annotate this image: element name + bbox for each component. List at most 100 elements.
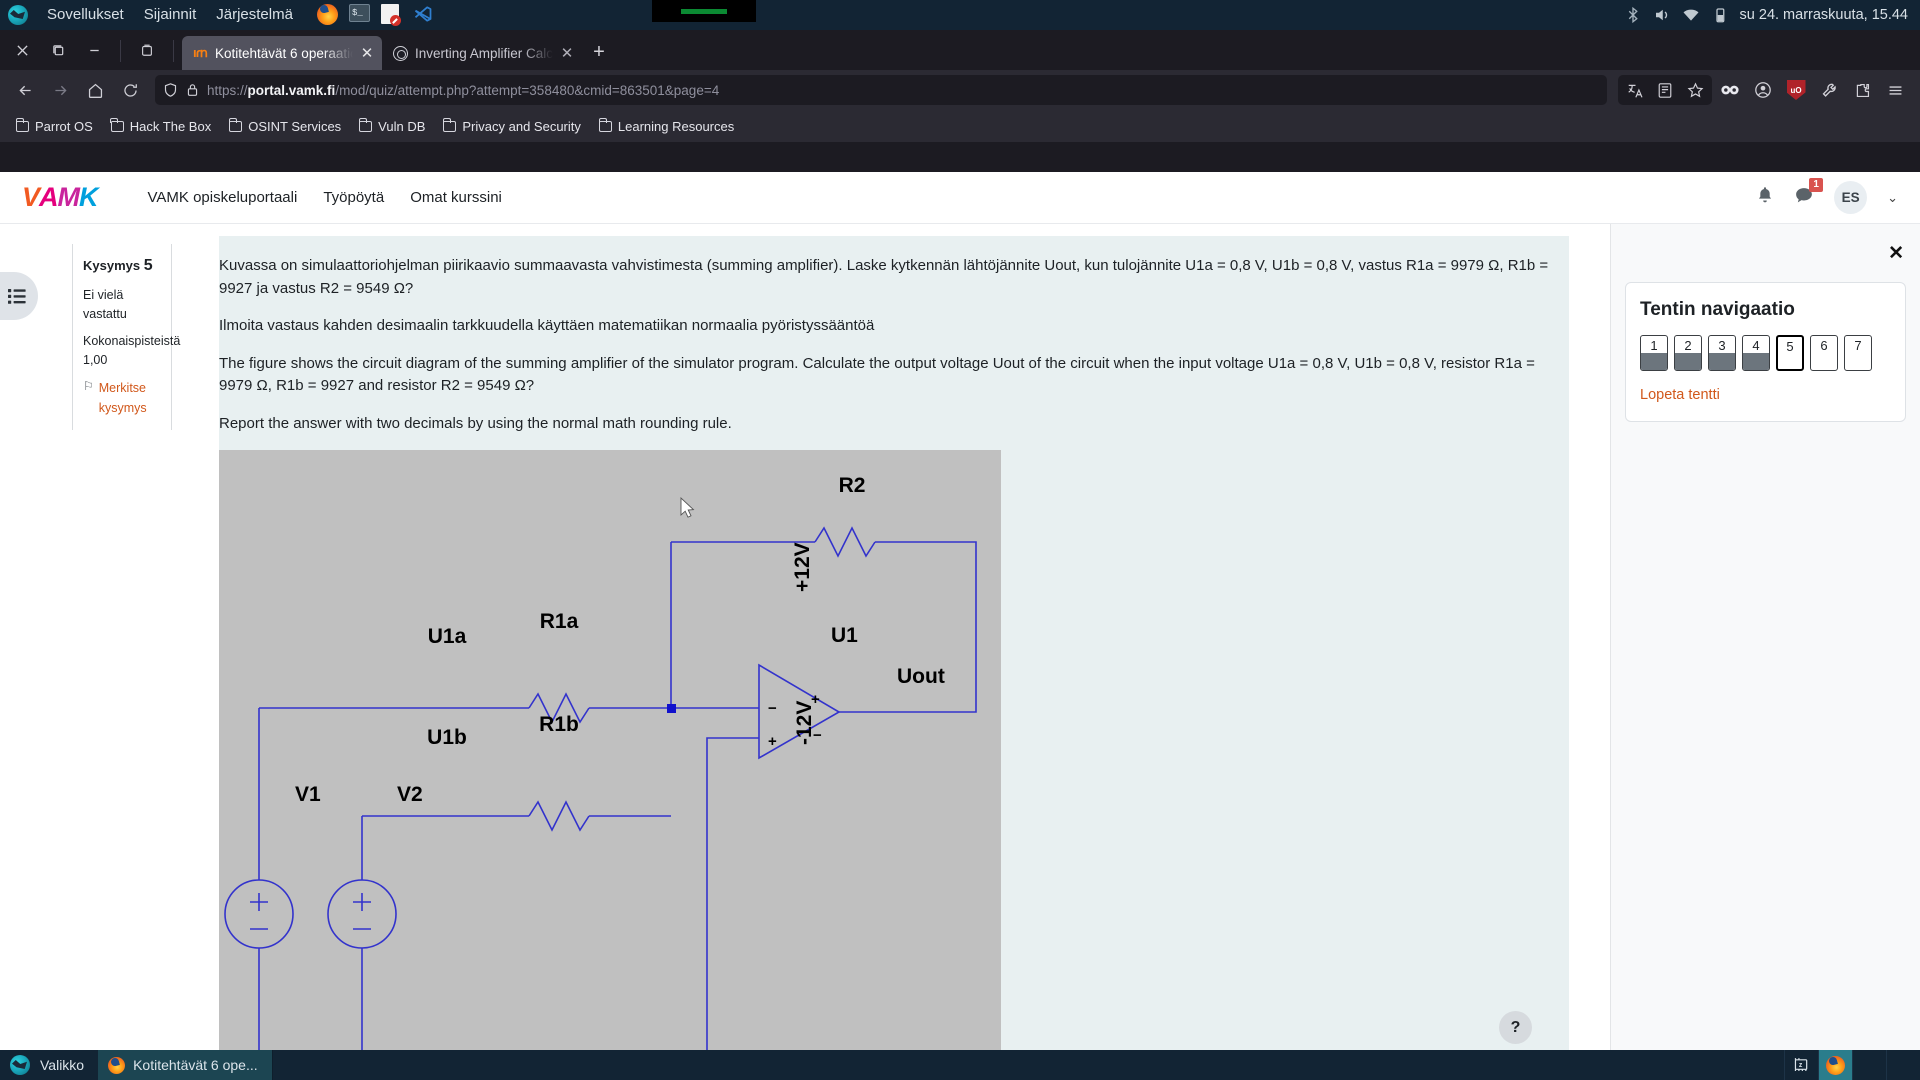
firefox-icon[interactable] [316, 4, 341, 26]
notifications-bell-icon[interactable] [1756, 186, 1774, 210]
finish-attempt-link[interactable]: Lopeta tentti [1640, 387, 1891, 403]
minimize-window-button[interactable] [76, 34, 112, 66]
taskbar-menu-button[interactable]: Valikko [0, 1055, 98, 1075]
label-supply-plus: +12V [791, 542, 814, 592]
page-viewport: VAMK VAMK opiskeluportaali Työpöytä Omat… [0, 172, 1920, 1080]
flag-question-label: Merkitse kysymys [98, 381, 147, 415]
question-button-3[interactable]: 3 [1708, 335, 1736, 371]
close-window-button[interactable] [4, 34, 40, 66]
bookmark-label: Privacy and Security [462, 118, 581, 134]
account-icon[interactable] [1748, 75, 1778, 105]
bookmark-label: Parrot OS [35, 118, 93, 134]
label-v1: V1 [295, 783, 321, 806]
wifi-icon[interactable] [1682, 6, 1700, 24]
url-bar[interactable]: https://portal.vamk.fi/mod/quiz/attempt.… [155, 75, 1607, 105]
question-status: Ei vielä vastattu [83, 287, 127, 322]
label-supply-minus: -12V [793, 701, 816, 745]
url-scheme: https:// [207, 82, 248, 98]
os-clock[interactable]: su 24. marraskuuta, 15.44 [1740, 7, 1908, 23]
nav-item-my-courses[interactable]: Omat kurssini [410, 189, 502, 206]
moodle-icon: ıɾո [193, 45, 208, 60]
close-drawer-button[interactable]: ✕ [1888, 242, 1904, 265]
url-text[interactable]: https://portal.vamk.fi/mod/quiz/attempt.… [207, 83, 719, 98]
lock-icon[interactable] [186, 82, 199, 98]
extensions-icon[interactable] [1847, 75, 1877, 105]
url-domain: portal.vamk.fi [247, 82, 336, 98]
close-tab-icon[interactable]: ✕ [560, 44, 574, 62]
question-button-2[interactable]: 2 [1674, 335, 1702, 371]
question-button-4[interactable]: 4 [1742, 335, 1770, 371]
browser-tab-chatgpt[interactable]: Inverting Amplifier Calcula ✕ [382, 36, 582, 70]
bookmark-learning-resources[interactable]: Learning Resources [591, 115, 742, 138]
os-tray: su 24. marraskuuta, 15.44 [1624, 6, 1920, 24]
close-tab-icon[interactable]: ✕ [360, 44, 374, 62]
tools-icon[interactable] [1814, 75, 1844, 105]
tabstrip-divider-2 [173, 40, 174, 62]
reload-button[interactable] [115, 75, 145, 105]
os-menu-places[interactable]: Sijainnit [134, 0, 207, 30]
ublock-origin-icon[interactable]: uO [1781, 75, 1811, 105]
question-button-1[interactable]: 1 [1640, 335, 1668, 371]
battery-icon[interactable] [1711, 6, 1729, 24]
vscode-icon[interactable] [413, 4, 437, 26]
restore-window-button[interactable] [40, 34, 76, 66]
help-button[interactable]: ? [1499, 1011, 1532, 1044]
sidebar-toggle-button[interactable] [0, 272, 38, 320]
chevron-down-icon[interactable]: ⌄ [1887, 190, 1898, 206]
messages-icon[interactable]: 1 [1794, 177, 1824, 210]
question-button-7[interactable]: 7 [1844, 335, 1872, 371]
label-r2: R2 [839, 474, 866, 497]
question-paragraph-2: Ilmoita vastaus kahden desimaalin tarkku… [219, 317, 875, 334]
forward-button[interactable] [45, 75, 75, 105]
bitwarden-icon[interactable] [1715, 75, 1745, 105]
taskbar-window-firefox[interactable]: Kotitehtävät 6 ope... [98, 1050, 273, 1080]
back-button[interactable] [10, 75, 40, 105]
question-paragraph-3: The figure shows the circuit diagram of … [219, 354, 1535, 395]
question-button-6[interactable]: 6 [1810, 335, 1838, 371]
bookmark-osint-services[interactable]: OSINT Services [221, 115, 349, 138]
taskbar-firefox-icon[interactable] [1818, 1050, 1852, 1080]
question-paragraph-4: Report the answer with two decimals by u… [219, 414, 732, 432]
text-editor-icon[interactable] [380, 4, 405, 26]
bookmark-vuln-db[interactable]: Vuln DB [351, 115, 433, 138]
label-r1b: R1b [539, 713, 579, 736]
tabstrip-divider [120, 40, 121, 62]
vamk-logo[interactable]: VAMK [22, 182, 98, 213]
circuit-diagram-svg: − + + − R2 R1a R1b U1a U1b U1 Uout +12V … [219, 450, 1001, 1080]
toolbar-actions: uO [1618, 75, 1910, 105]
nav-item-portal[interactable]: VAMK opiskeluportaali [148, 189, 298, 206]
sleep-icon[interactable]: z [1784, 1050, 1818, 1080]
flag-question-link[interactable]: ⚐ Merkitse kysymys [83, 379, 161, 418]
quiz-navigation-title: Tentin navigaatio [1640, 299, 1795, 320]
browser-window: ıɾո Kotitehtävät 6 operaatiova ✕ Inverti… [0, 30, 1920, 1080]
bookmark-star-icon[interactable] [1680, 75, 1710, 105]
bluetooth-icon[interactable] [1624, 6, 1642, 24]
quiz-navigation-drawer: ✕ Tentin navigaatio 1 2 3 4 5 6 7 Lopeta… [1610, 224, 1920, 1080]
avatar[interactable]: ES [1834, 181, 1868, 214]
nav-item-dashboard[interactable]: Työpöytä [323, 189, 384, 206]
bookmark-hack-the-box[interactable]: Hack The Box [103, 115, 219, 138]
taskbar-workspace-2[interactable] [1886, 1050, 1920, 1080]
quiz-body: Kysymys 5 Ei vielä vastattu Kokonaispist… [0, 224, 1920, 1080]
terminal-icon[interactable]: $_ [348, 4, 373, 26]
os-menu-system[interactable]: Järjestelmä [206, 0, 303, 30]
taskbar-workspace-1[interactable] [1852, 1050, 1886, 1080]
quiz-navigation-card: Tentin navigaatio 1 2 3 4 5 6 7 Lopeta t… [1625, 282, 1906, 422]
new-tab-button[interactable]: + [582, 36, 616, 68]
translate-icon[interactable] [1620, 75, 1650, 105]
question-button-5[interactable]: 5 [1776, 335, 1804, 371]
bookmark-privacy-and-security[interactable]: Privacy and Security [435, 115, 589, 138]
bookmark-parrot-os[interactable]: Parrot OS [8, 115, 101, 138]
home-button[interactable] [80, 75, 110, 105]
os-menu-applications[interactable]: Sovellukset [37, 0, 134, 30]
reader-mode-icon[interactable] [1650, 75, 1680, 105]
parrot-os-logo-icon[interactable] [8, 5, 28, 25]
menu-icon[interactable] [1880, 75, 1910, 105]
bookmark-label: Vuln DB [378, 118, 426, 134]
site-nav: VAMK opiskeluportaali Työpöytä Omat kurs… [98, 189, 502, 206]
shield-icon[interactable] [163, 82, 178, 98]
volume-icon[interactable] [1653, 6, 1671, 24]
browser-tab-moodle[interactable]: ıɾո Kotitehtävät 6 operaatiova ✕ [182, 36, 382, 70]
tab-list-button[interactable] [129, 34, 165, 66]
question-paragraph-1: Kuvassa on simulaattoriohjelman piirikaa… [219, 257, 1549, 297]
